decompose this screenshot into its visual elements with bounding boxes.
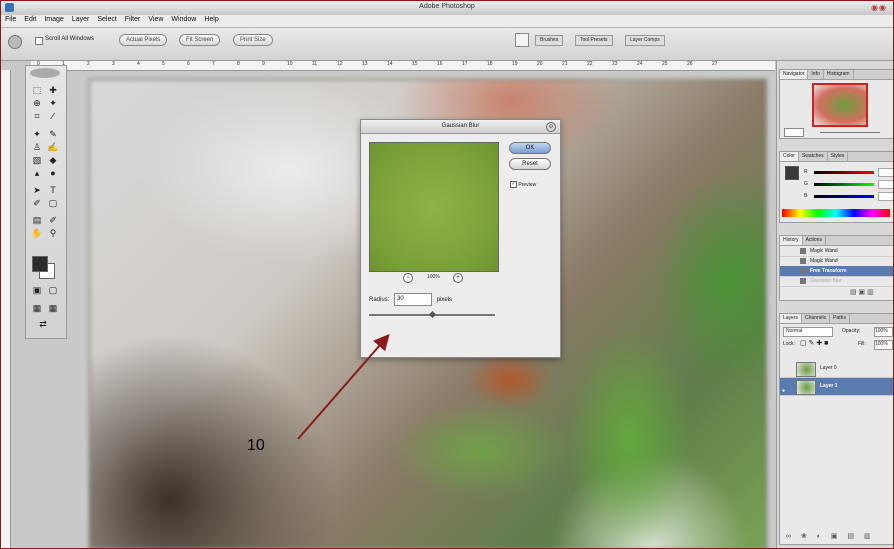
annotation-arrow xyxy=(297,333,390,440)
app-window: Adobe Photoshop ◉◉ File Edit Image Layer Sel… xyxy=(0,0,894,549)
annotation-number: 10 xyxy=(247,437,265,454)
annotation-arrow-layer xyxy=(297,333,390,440)
